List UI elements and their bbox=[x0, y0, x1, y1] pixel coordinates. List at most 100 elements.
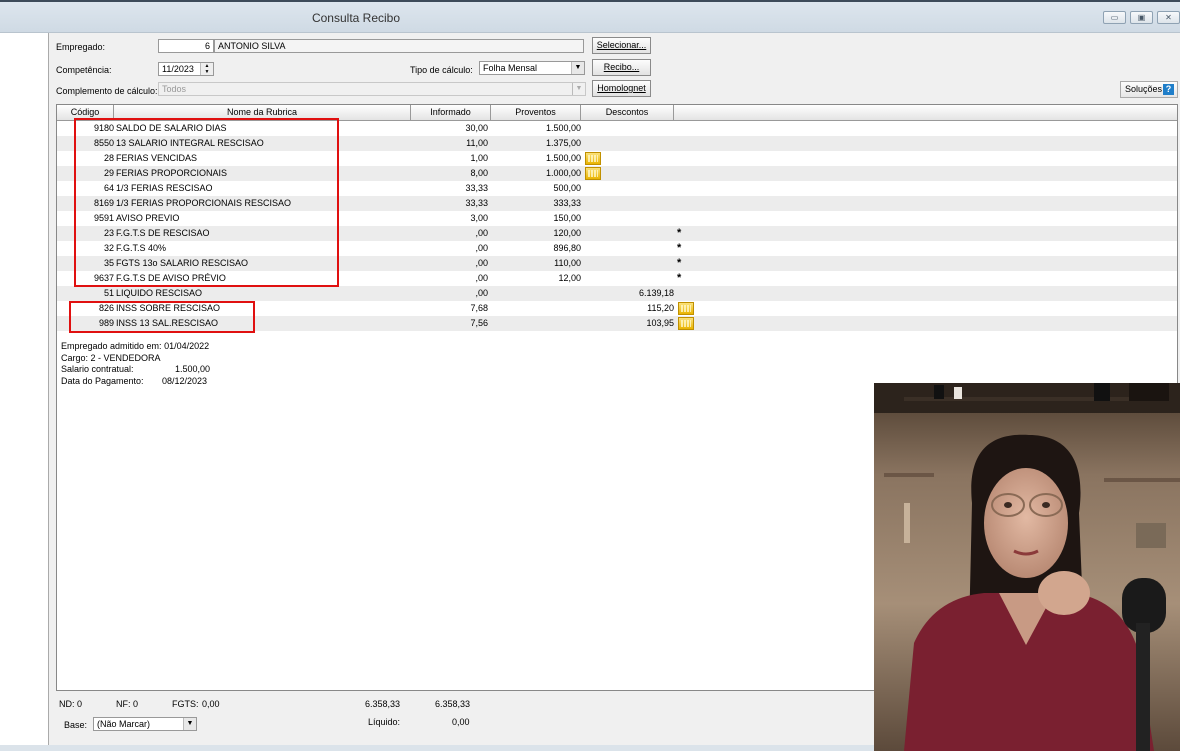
informado-cell: ,00 bbox=[475, 243, 488, 253]
complemento-select: Todos ▼ bbox=[158, 82, 586, 96]
tipo-calculo-value: Folha Mensal bbox=[483, 63, 538, 73]
proventos-cell: 110,00 bbox=[554, 258, 581, 268]
admitido-value: 01/04/2022 bbox=[164, 341, 210, 351]
header-descontos[interactable]: Descontos bbox=[581, 105, 674, 120]
descontos-cell bbox=[602, 211, 674, 226]
solucoes-label: Soluções bbox=[1125, 84, 1163, 94]
calculator-icon[interactable] bbox=[678, 317, 694, 330]
cargo-info: Cargo: 2 - VENDEDORA bbox=[61, 353, 161, 363]
highlight-box-proventos bbox=[74, 118, 339, 287]
recibo-button[interactable]: Recibo... bbox=[592, 59, 651, 76]
informado-cell: ,00 bbox=[475, 228, 488, 238]
fgts-value: 0,00 bbox=[202, 699, 220, 709]
minimize-icon[interactable]: ▭ bbox=[1103, 11, 1126, 24]
proventos-cell: 1.000,00 bbox=[545, 168, 581, 178]
proventos-cell bbox=[507, 316, 581, 331]
calculator-icon[interactable] bbox=[585, 152, 601, 165]
descontos-cell bbox=[602, 256, 674, 271]
fgts-label: FGTS: bbox=[172, 699, 199, 709]
chevron-down-icon[interactable]: ▼ bbox=[183, 718, 196, 730]
informado-cell: 1,00 bbox=[470, 153, 488, 163]
informado-cell: 8,00 bbox=[470, 168, 488, 178]
tipo-calculo-select[interactable]: Folha Mensal ▼ bbox=[479, 61, 585, 75]
informado-cell: 33,33 bbox=[465, 198, 488, 208]
descontos-cell: 103,95 bbox=[646, 318, 674, 328]
descontos-cell bbox=[602, 196, 674, 211]
descontos-cell bbox=[602, 136, 674, 151]
proventos-cell: 150,00 bbox=[553, 213, 581, 223]
selecionar-button[interactable]: Selecionar... bbox=[592, 37, 651, 54]
spinner-icon[interactable]: ▲ ▼ bbox=[200, 63, 213, 75]
informado-cell: 3,00 bbox=[470, 213, 488, 223]
descontos-cell bbox=[602, 226, 674, 241]
presenter-video-icon bbox=[874, 383, 1180, 751]
nf-count: NF: 0 bbox=[116, 699, 139, 709]
close-icon[interactable]: ✕ bbox=[1157, 11, 1180, 24]
descontos-cell bbox=[602, 181, 674, 196]
chevron-down-icon[interactable]: ▼ bbox=[571, 62, 584, 74]
liquido-label: Líquido: bbox=[368, 717, 401, 727]
title-bar: Consulta Recibo ▭ ▣ ✕ bbox=[0, 2, 1180, 33]
descontos-cell: 115,20 bbox=[647, 303, 674, 313]
proventos-cell: 12,00 bbox=[558, 273, 581, 283]
proventos-cell: 1.375,00 bbox=[545, 138, 581, 148]
admitido-info: Empregado admitido em: 01/04/2022 bbox=[61, 341, 209, 351]
help-icon: ? bbox=[1163, 84, 1175, 96]
complemento-value: Todos bbox=[162, 84, 187, 94]
nd-count: ND: 0 bbox=[59, 699, 83, 709]
pagamento-label: Data do Pagamento: bbox=[61, 376, 144, 386]
informado-cell: 7,68 bbox=[470, 303, 488, 313]
salario-label: Salario contratual: bbox=[61, 364, 134, 374]
base-select[interactable]: (Não Marcar) ▼ bbox=[93, 717, 197, 731]
proventos-cell: 500,00 bbox=[553, 183, 581, 193]
descontos-cell: 6.139,18 bbox=[638, 288, 674, 298]
competencia-value: 11/2023 bbox=[162, 64, 194, 74]
descontos-cell bbox=[602, 271, 674, 286]
informado-cell: 33,33 bbox=[465, 183, 488, 193]
pagamento-value: 08/12/2023 bbox=[162, 376, 208, 386]
window-title: Consulta Recibo bbox=[311, 11, 401, 25]
liquido-value: 0,00 bbox=[452, 717, 470, 727]
total-proventos: 6.358,33 bbox=[365, 699, 401, 709]
informado-cell: 11,00 bbox=[466, 138, 488, 148]
base-label: Base: bbox=[64, 720, 88, 730]
salario-value: 1.500,00 bbox=[175, 364, 211, 374]
competencia-label: Competência: bbox=[56, 65, 112, 75]
calculator-icon[interactable] bbox=[585, 167, 601, 180]
proventos-cell: 1.500,00 bbox=[545, 123, 581, 133]
maximize-icon[interactable]: ▣ bbox=[1130, 11, 1153, 24]
informado-cell: ,00 bbox=[475, 273, 488, 283]
webcam-overlay bbox=[874, 383, 1180, 751]
descontos-cell bbox=[602, 166, 674, 181]
informado-cell: ,00 bbox=[475, 288, 488, 298]
asterisk-mark: * bbox=[677, 272, 682, 284]
informado-cell: 7,56 bbox=[470, 318, 488, 328]
informado-cell: 30,00 bbox=[465, 123, 488, 133]
competencia-field[interactable]: 11/2023 ▲ ▼ bbox=[158, 62, 214, 76]
asterisk-mark: * bbox=[677, 242, 682, 254]
empregado-code-field[interactable]: 6 bbox=[158, 39, 214, 53]
base-value: (Não Marcar) bbox=[97, 719, 151, 729]
highlight-box-inss bbox=[69, 301, 255, 333]
calculator-icon[interactable] bbox=[678, 302, 694, 315]
header-proventos[interactable]: Proventos bbox=[491, 105, 581, 120]
informado-cell: ,00 bbox=[475, 258, 488, 268]
table-row[interactable]: 51 LIQUIDO RESCISAO ,00 6.139,18 bbox=[57, 286, 1177, 301]
proventos-cell: 333,33 bbox=[553, 198, 581, 208]
codigo-cell: 51 bbox=[103, 288, 114, 298]
proventos-cell: 120,00 bbox=[553, 228, 581, 238]
descontos-cell bbox=[602, 121, 674, 136]
homolognet-button[interactable]: Homolognet bbox=[592, 80, 651, 97]
descontos-cell bbox=[602, 151, 674, 166]
solucoes-button[interactable]: Soluções? bbox=[1120, 81, 1178, 98]
header-informado[interactable]: Informado bbox=[411, 105, 491, 120]
left-panel bbox=[0, 33, 49, 745]
tipo-calculo-label: Tipo de cálculo: bbox=[410, 65, 473, 75]
proventos-cell: 896,80 bbox=[553, 243, 581, 253]
total-descontos: 6.358,33 bbox=[435, 699, 471, 709]
asterisk-mark: * bbox=[677, 257, 682, 269]
proventos-cell bbox=[507, 301, 581, 316]
asterisk-mark: * bbox=[677, 227, 682, 239]
proventos-cell bbox=[507, 286, 581, 301]
empregado-name-field: ANTONIO SILVA bbox=[214, 39, 584, 53]
